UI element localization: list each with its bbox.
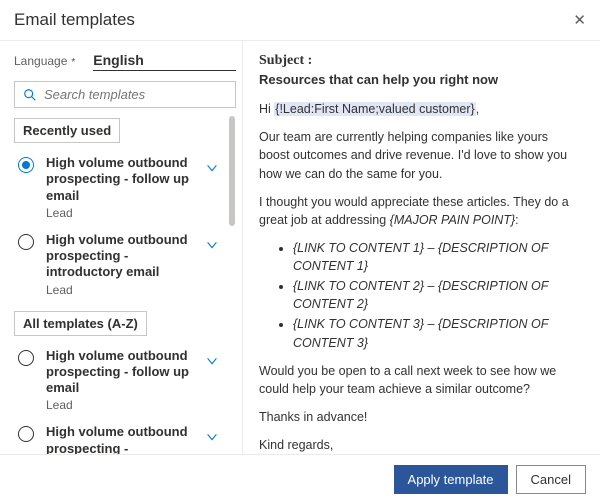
subject-label: Subject : (259, 51, 582, 71)
radio-icon[interactable] (18, 426, 34, 442)
template-subtype: Lead (46, 283, 198, 297)
merge-field: {!Lead:First Name;valued customer} (274, 102, 475, 116)
scrollbar[interactable] (228, 116, 236, 454)
template-item-recent-1[interactable]: High volume outbound prospecting - intro… (14, 226, 222, 303)
preview-pane: Subject : Resources that can help you ri… (242, 41, 600, 454)
search-input[interactable] (44, 87, 227, 102)
language-value: English (93, 53, 144, 67)
apply-template-button[interactable]: Apply template (394, 465, 508, 494)
body-p3: Would you be open to a call next week to… (259, 362, 582, 398)
template-name: High volume outbound prospecting - follo… (46, 155, 198, 204)
content-link: {LINK TO CONTENT 3} – {DESCRIPTION OF CO… (293, 315, 582, 351)
chevron-down-icon[interactable] (202, 161, 222, 175)
signoff: Kind regards, (259, 436, 582, 454)
template-name: High volume outbound prospecting - intro… (46, 424, 198, 454)
content-link-list: {LINK TO CONTENT 1} – {DESCRIPTION OF CO… (293, 239, 582, 352)
radio-icon[interactable] (18, 350, 34, 366)
search-input-wrap[interactable] (14, 81, 236, 108)
body-thanks: Thanks in advance! (259, 408, 582, 426)
template-item-all-0[interactable]: High volume outbound prospecting - follo… (14, 342, 222, 419)
scrollbar-thumb[interactable] (229, 116, 235, 226)
template-name: High volume outbound prospecting - intro… (46, 232, 198, 281)
section-all[interactable]: All templates (A-Z) (14, 311, 147, 336)
radio-icon[interactable] (18, 157, 34, 173)
body-p1: Our team are currently helping companies… (259, 128, 582, 182)
dialog-title: Email templates (14, 10, 135, 30)
content-link: {LINK TO CONTENT 1} – {DESCRIPTION OF CO… (293, 239, 582, 275)
language-label: Language* (14, 54, 75, 68)
template-item-all-1[interactable]: High volume outbound prospecting - intro… (14, 418, 222, 454)
language-select[interactable]: English (93, 51, 236, 71)
body-p2: I thought you would appreciate these art… (259, 193, 582, 229)
close-icon[interactable]: ✕ (573, 11, 586, 29)
cancel-button[interactable]: Cancel (516, 465, 586, 494)
subject-text: Resources that can help you right now (259, 71, 582, 90)
content-link: {LINK TO CONTENT 2} – {DESCRIPTION OF CO… (293, 277, 582, 313)
template-subtype: Lead (46, 398, 198, 412)
section-recent[interactable]: Recently used (14, 118, 120, 143)
greeting-line: Hi {!Lead:First Name;valued customer}, (259, 100, 582, 118)
radio-icon[interactable] (18, 234, 34, 250)
template-subtype: Lead (46, 206, 198, 220)
template-name: High volume outbound prospecting - follo… (46, 348, 198, 397)
chevron-down-icon[interactable] (202, 238, 222, 252)
template-item-recent-0[interactable]: High volume outbound prospecting - follo… (14, 149, 222, 226)
chevron-down-icon[interactable] (202, 430, 222, 444)
search-icon (23, 88, 37, 102)
chevron-down-icon[interactable] (202, 354, 222, 368)
